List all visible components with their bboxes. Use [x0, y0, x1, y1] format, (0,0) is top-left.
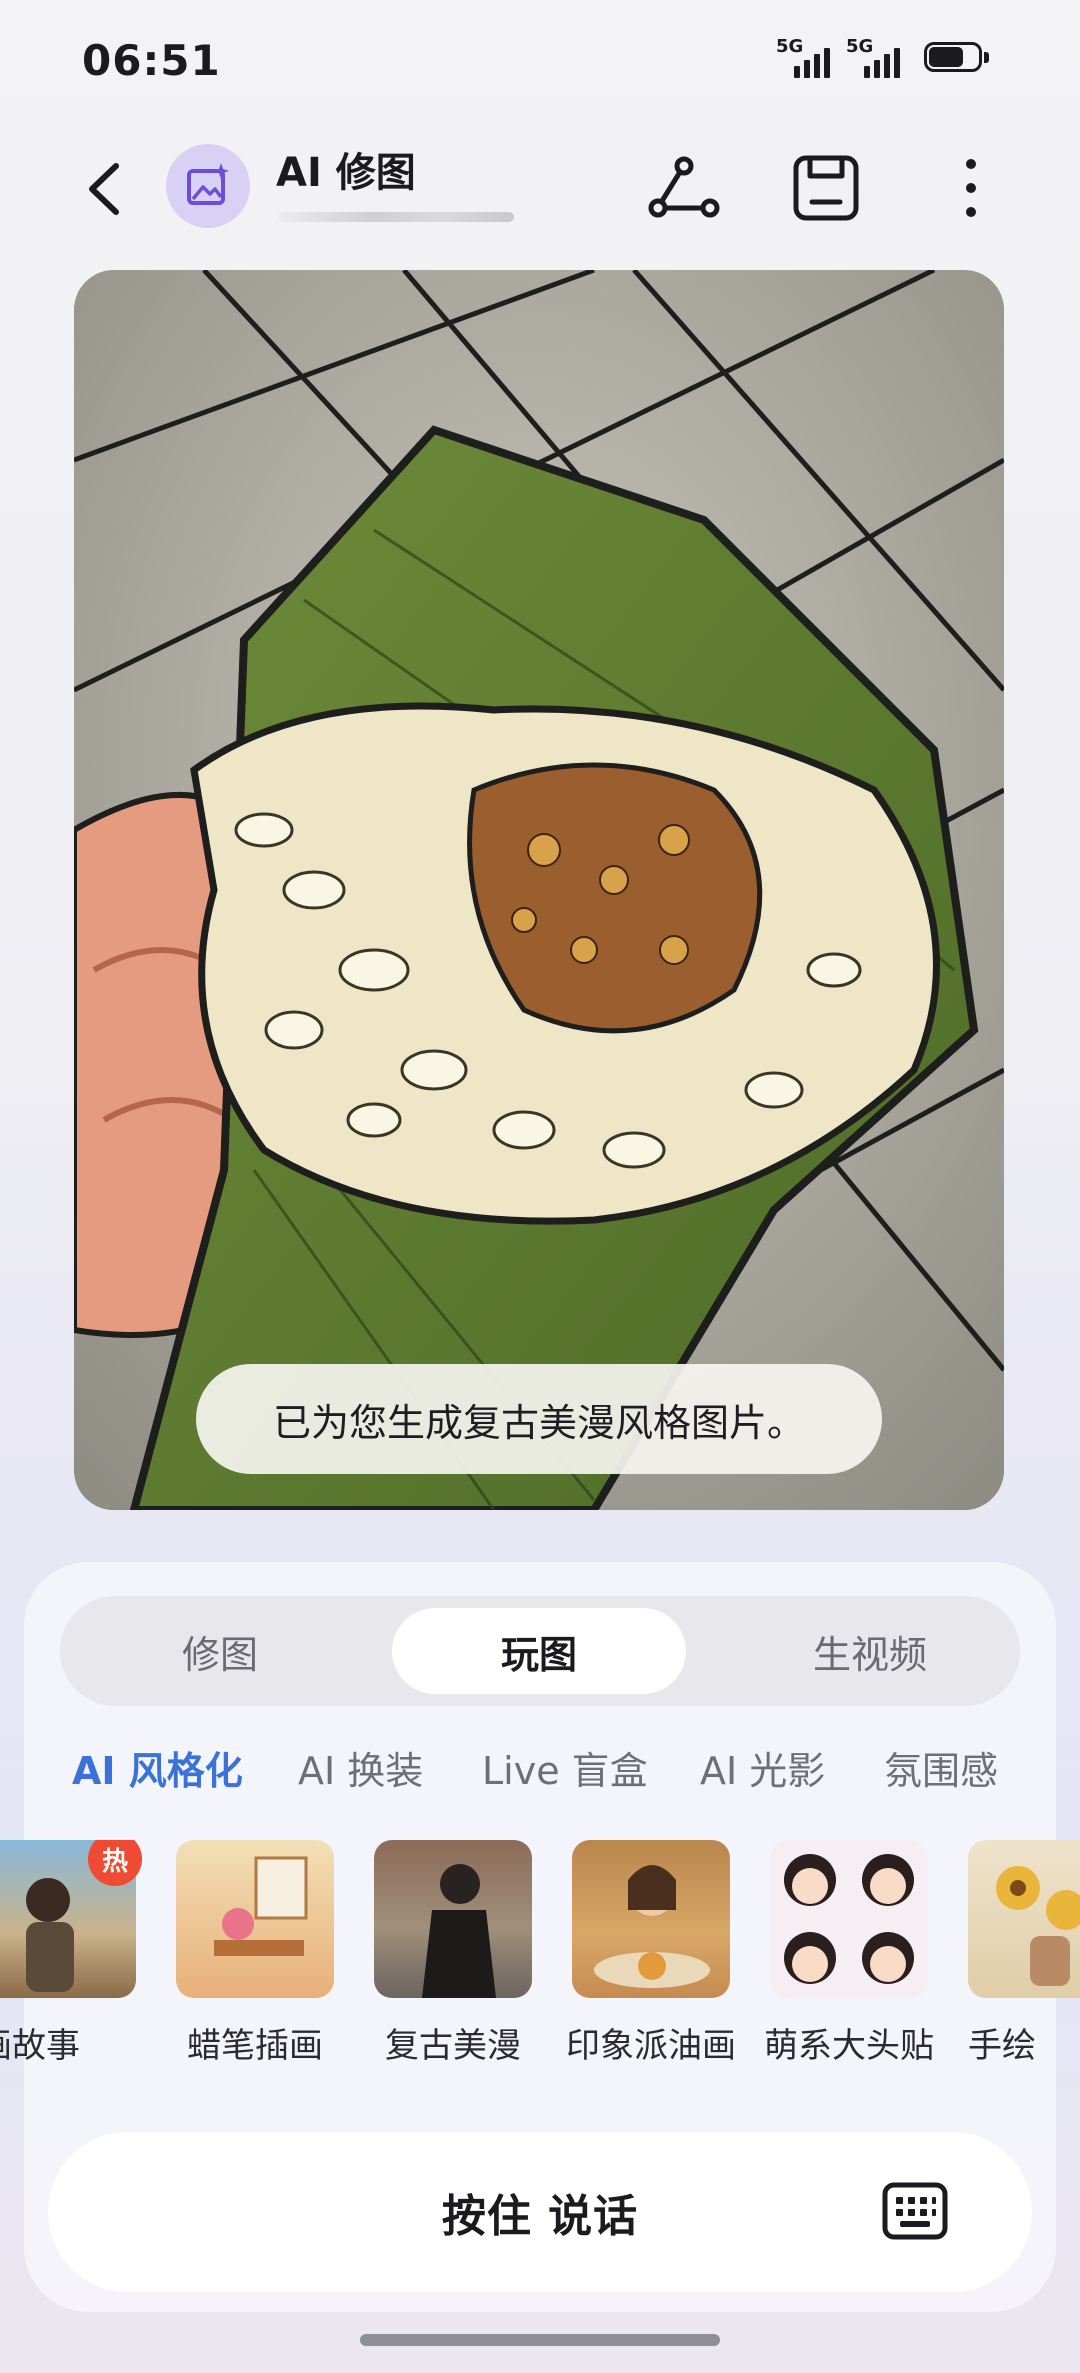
tab-ai-outfit[interactable]: AI 换装 — [298, 1740, 423, 1795]
more-vertical-icon — [966, 159, 976, 217]
mode-tabs: 修图 玩图 生视频 — [60, 1596, 1020, 1706]
style-thumbnails: 热 画故事 蜡笔插画 复古美漫 印象派油画 — [0, 1840, 1080, 2070]
share-button[interactable] — [644, 148, 724, 228]
page-title: AI 修图 — [276, 150, 416, 196]
keyboard-icon — [882, 2182, 948, 2240]
status-bar: 06:51 5G 5G — [0, 0, 1080, 120]
save-icon — [793, 155, 859, 221]
keyboard-button[interactable] — [882, 2182, 948, 2240]
share-icon — [648, 156, 720, 218]
battery-icon — [924, 42, 994, 76]
signal-sim2-icon: 5G — [846, 36, 916, 78]
style-preview-impressionist — [594, 1865, 710, 1988]
style-item[interactable]: 萌系大头贴 — [764, 1840, 934, 2066]
style-preview-chibi-stickers — [784, 1854, 914, 1984]
chevron-left-icon — [89, 163, 119, 215]
more-button[interactable] — [946, 148, 996, 228]
style-item[interactable]: 热 画故事 — [0, 1840, 142, 2066]
home-indicator[interactable] — [360, 2334, 720, 2346]
style-preview-retro-comic — [422, 1864, 496, 1998]
style-preview-hand-drawn — [996, 1866, 1080, 1986]
style-item[interactable]: 手绘 — [968, 1840, 1080, 2066]
avatar — [166, 144, 250, 228]
header: AI 修图 — [0, 130, 1080, 250]
style-item[interactable]: 复古美漫 — [374, 1840, 532, 2066]
result-toast: 已为您生成复古美漫风格图片。 — [196, 1364, 882, 1474]
signal-sim1-icon: 5G — [776, 36, 846, 78]
style-tabs: AI 风格化 AI 换装 Live 盲盒 AI 光影 氛围感 — [0, 1740, 1080, 1800]
tab-atmosphere[interactable]: 氛围感 — [884, 1740, 998, 1795]
tab-live-blindbox[interactable]: Live 盲盒 — [482, 1740, 648, 1795]
tab-play[interactable]: 玩图 — [392, 1608, 686, 1694]
back-button[interactable] — [76, 154, 136, 224]
generated-image[interactable] — [74, 270, 1004, 1510]
tab-ai-stylize[interactable]: AI 风格化 — [72, 1740, 243, 1795]
tab-video[interactable]: 生视频 — [720, 1608, 1020, 1694]
subtitle-placeholder — [278, 212, 514, 222]
style-item[interactable]: 印象派油画 — [566, 1840, 736, 2066]
tab-ai-lighting[interactable]: AI 光影 — [700, 1740, 825, 1795]
zongzi-illustration — [74, 270, 1004, 1510]
style-item[interactable]: 蜡笔插画 — [176, 1840, 334, 2066]
style-preview-crayon — [214, 1856, 308, 1956]
image-sparkle-icon — [187, 163, 229, 205]
tab-retouch[interactable]: 修图 — [100, 1608, 340, 1694]
save-button[interactable] — [786, 148, 866, 228]
status-time: 06:51 — [82, 36, 221, 85]
